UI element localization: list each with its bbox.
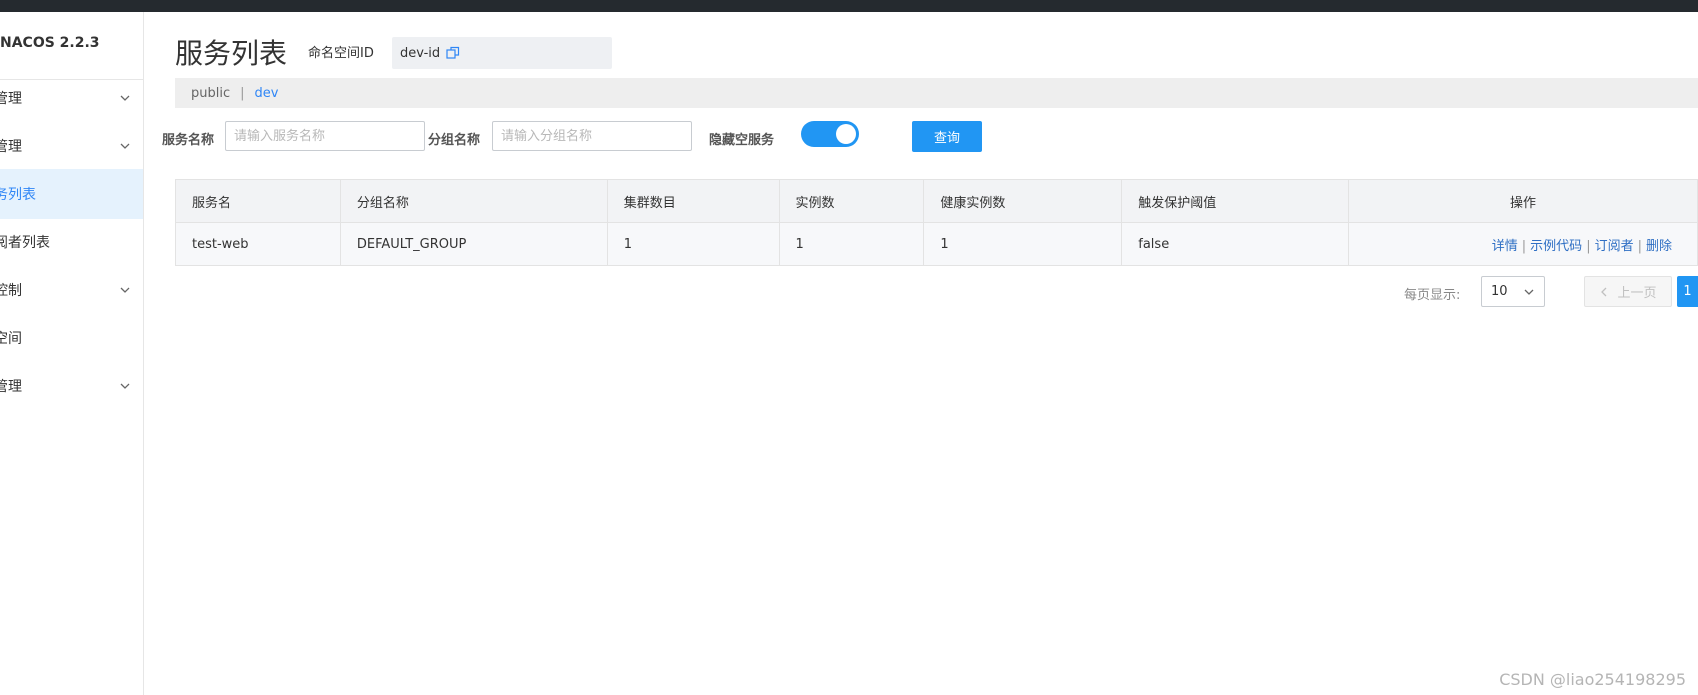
chevron-down-icon xyxy=(120,143,130,149)
sidebar: NACOS 2.2.3 管理 管理 务列表 阅者列表 控制 空间 管理 xyxy=(0,12,144,695)
sample-code-link[interactable]: 示例代码 xyxy=(1530,239,1582,254)
namespace-tab-public[interactable]: public xyxy=(191,86,230,101)
namespace-tab-separator: | xyxy=(240,85,245,101)
action-separator: | xyxy=(1521,238,1527,254)
sidebar-item-service-list[interactable]: 务列表 xyxy=(0,169,143,219)
sidebar-item-label: 务列表 xyxy=(0,187,36,203)
sidebar-item-namespace[interactable]: 空间 xyxy=(0,313,143,363)
namespace-id-box: dev-id xyxy=(392,37,612,69)
chevron-down-icon xyxy=(120,95,130,101)
page-number-current[interactable]: 1 xyxy=(1677,276,1698,307)
column-header-healthy-instance-count: 健康实例数 xyxy=(923,179,1123,223)
action-separator: | xyxy=(1586,238,1591,254)
page-size-value: 10 xyxy=(1491,284,1508,299)
subscribers-link[interactable]: 订阅者 xyxy=(1595,239,1634,254)
chevron-down-icon xyxy=(120,383,130,389)
column-header-group-name: 分组名称 xyxy=(339,179,608,223)
brand-logo-text: NACOS 2.2.3 xyxy=(0,35,100,51)
sidebar-item-service-management[interactable]: 管理 xyxy=(0,121,143,171)
query-button[interactable]: 查询 xyxy=(912,121,982,152)
chevron-down-icon xyxy=(1524,289,1534,295)
previous-page-button[interactable]: 上一页 xyxy=(1584,276,1672,307)
hide-empty-services-toggle[interactable] xyxy=(801,121,859,147)
sidebar-item-label: 管理 xyxy=(0,139,22,155)
details-link[interactable]: 详情 xyxy=(1492,239,1518,254)
sidebar-item-cluster-management[interactable]: 管理 xyxy=(0,361,143,411)
watermark: CSDN @liao254198295 xyxy=(1499,670,1686,689)
cell-cluster-count: 1 xyxy=(606,222,780,266)
page-size-label: 每页显示: xyxy=(1404,288,1461,303)
chevron-left-icon xyxy=(1601,287,1607,296)
table-row: test-web DEFAULT_GROUP 1 1 1 false 详情 | 示例… xyxy=(175,222,1698,266)
page-size-select[interactable]: 10 xyxy=(1481,276,1545,307)
chevron-down-icon xyxy=(120,287,130,293)
sidebar-item-config-management[interactable]: 管理 xyxy=(0,73,143,123)
page-title: 服务列表 xyxy=(175,37,288,70)
column-header-service-name: 服务名 xyxy=(175,179,341,223)
column-header-actions: 操作 xyxy=(1348,179,1698,223)
table-header-row: 服务名 分组名称 集群数目 实例数 健康实例数 触发保护阈值 操作 xyxy=(175,179,1698,223)
cell-group-name: DEFAULT_GROUP xyxy=(339,222,608,266)
sidebar-item-label: 控制 xyxy=(0,283,22,299)
cell-service-name: test-web xyxy=(175,222,341,266)
previous-page-label: 上一页 xyxy=(1617,286,1657,301)
sidebar-item-label: 空间 xyxy=(0,331,22,347)
group-name-input[interactable] xyxy=(492,121,692,151)
top-bar xyxy=(0,0,1698,12)
sidebar-item-label: 管理 xyxy=(0,91,22,107)
cell-healthy-instance-count: 1 xyxy=(923,222,1123,266)
service-name-input[interactable] xyxy=(225,121,425,151)
cell-actions: 详情 | 示例代码 | 订阅者 | 删除 xyxy=(1348,222,1698,266)
main-content: 服务列表 命名空间ID dev-id public | dev 服务名称 分组名… xyxy=(143,12,1698,695)
column-header-cluster-count: 集群数目 xyxy=(606,179,780,223)
copy-icon[interactable] xyxy=(446,46,460,60)
namespace-tabs: public | dev xyxy=(175,78,1698,108)
cell-instance-count: 1 xyxy=(778,222,925,266)
namespace-id-value: dev-id xyxy=(400,45,441,61)
namespace-tab-dev[interactable]: dev xyxy=(255,86,279,101)
service-name-label: 服务名称 xyxy=(162,133,215,148)
sidebar-item-label: 管理 xyxy=(0,379,22,395)
action-separator: | xyxy=(1637,238,1642,254)
sidebar-item-subscriber-list[interactable]: 阅者列表 xyxy=(0,217,143,267)
delete-link[interactable]: 删除 xyxy=(1646,239,1672,254)
cell-protect-threshold: false xyxy=(1121,222,1350,266)
column-header-instance-count: 实例数 xyxy=(778,179,925,223)
toggle-knob xyxy=(836,124,856,144)
hide-empty-services-label: 隐藏空服务 xyxy=(709,133,775,148)
namespace-id-label: 命名空间ID xyxy=(308,46,374,61)
service-table: 服务名 分组名称 集群数目 实例数 健康实例数 触发保护阈值 操作 test-w… xyxy=(175,179,1698,266)
sidebar-item-access-control[interactable]: 控制 xyxy=(0,265,143,315)
sidebar-item-label: 阅者列表 xyxy=(0,235,50,251)
group-name-label: 分组名称 xyxy=(428,133,481,148)
column-header-protect-threshold: 触发保护阈值 xyxy=(1121,179,1350,223)
